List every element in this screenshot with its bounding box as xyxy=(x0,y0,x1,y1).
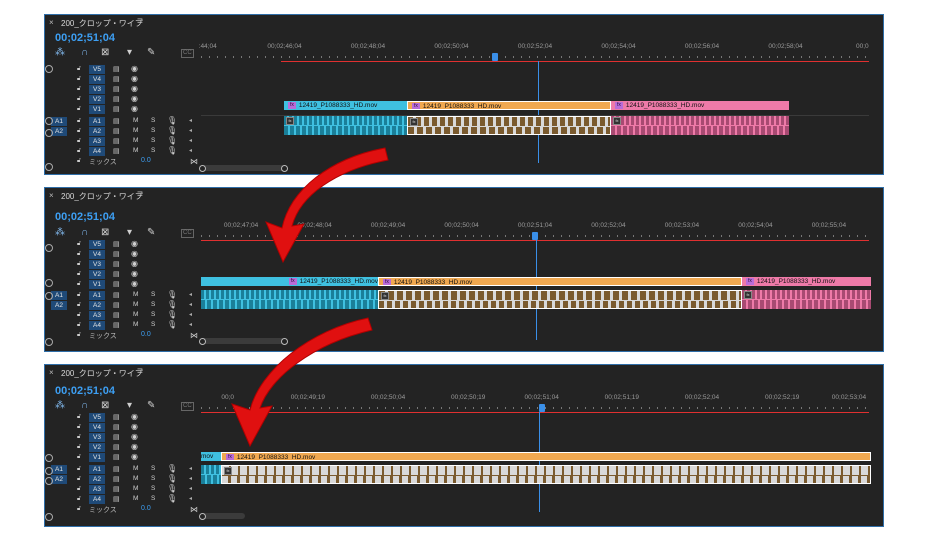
curved-arrow-icon xyxy=(231,317,373,448)
arrow-overlay xyxy=(231,147,389,448)
curved-arrow-icon xyxy=(265,147,389,264)
